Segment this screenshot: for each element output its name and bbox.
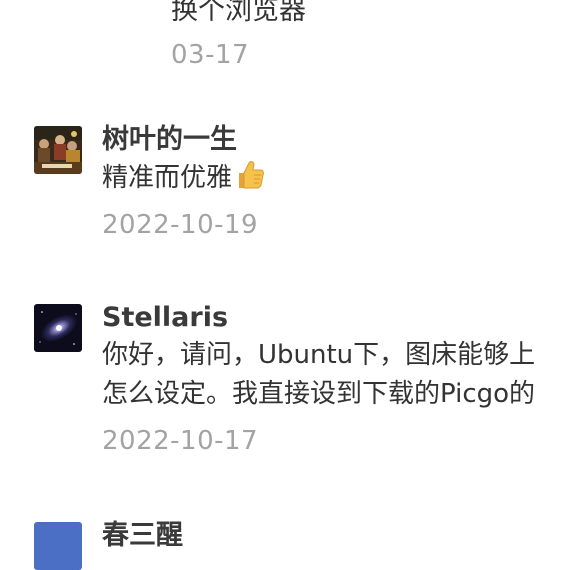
reply-comment: 换个浏览器 03-17 <box>171 0 571 72</box>
avatar[interactable] <box>34 126 82 174</box>
reply-date: 03-17 <box>171 40 250 70</box>
comment-date: 2022-10-17 <box>102 426 259 456</box>
comment-author[interactable]: 树叶的一生 <box>102 122 578 158</box>
comment-author[interactable]: 春三醒 <box>102 518 578 554</box>
comment-text-content: 精准而优雅 <box>102 163 233 193</box>
comment-body: 春三醒 <box>102 518 578 554</box>
avatar[interactable] <box>34 522 82 570</box>
comment-author[interactable]: Stellaris <box>102 300 578 336</box>
reply-text: 换个浏览器 <box>171 0 306 26</box>
thumbs-up-icon <box>232 158 266 192</box>
comment-date: 2022-10-19 <box>102 210 259 240</box>
comment-body: 树叶的一生 精准而优雅 2022-10-19 <box>102 122 578 242</box>
comment-text: 精准而优雅 <box>102 158 578 198</box>
comment-text-line: 你好，请问，Ubuntu下，图床能够上 <box>102 340 536 370</box>
avatar[interactable] <box>34 304 82 352</box>
comment-text-line: 怎么设定。我直接设到下载的Picgo的 <box>102 379 536 409</box>
comment-body: Stellaris 你好，请问，Ubuntu下，图床能够上 怎么设定。我直接设到… <box>102 300 578 458</box>
